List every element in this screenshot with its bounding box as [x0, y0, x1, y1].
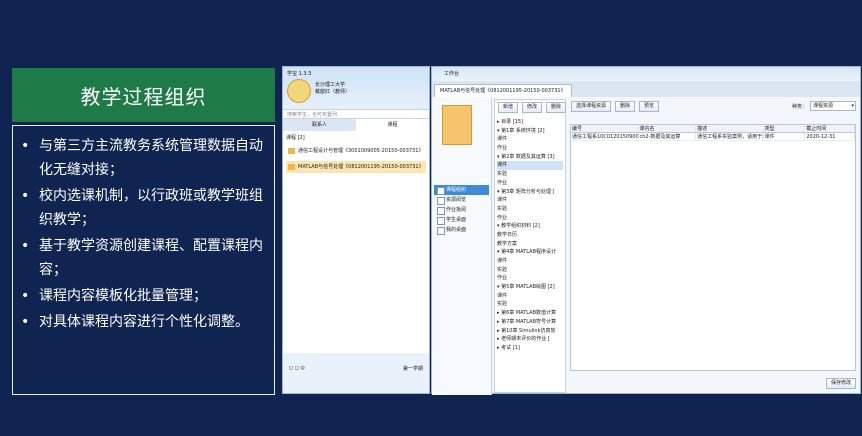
table-header: 编号 课内名 描述 类型 截止时间: [571, 125, 855, 133]
course-group[interactable]: 课程 [2]: [286, 134, 426, 141]
document-icon: [442, 105, 472, 145]
im-header: 学宝 1.3.3 长沙理工大学 戴歆红（教师）: [283, 67, 429, 109]
course-item[interactable]: MATLAB与信号处理《0812001195-20150-003731》: [286, 161, 426, 173]
tree-node[interactable]: 作业: [497, 214, 563, 223]
tab-contacts[interactable]: 联系人: [283, 119, 356, 131]
course-tree: 新增 修改 删除 ▸ 目录 [15] ▾ 第1章 系统环境 [2] 课件 作业 …: [494, 99, 567, 393]
tree-node[interactable]: 实验: [497, 300, 563, 309]
avatar[interactable]: [287, 79, 311, 103]
column-header[interactable]: 课内名: [639, 125, 697, 132]
settings-icon[interactable]: ◻ ◻ ◎: [289, 365, 305, 371]
tree-node[interactable]: ▾ 第2章 数据及其运算 [3]: [497, 153, 563, 162]
bullet-item: 与第三方主流教务系统管理数据自动化无缝对接；: [19, 134, 268, 182]
edit-button[interactable]: 修改: [522, 102, 543, 113]
tree-node[interactable]: ▾ 教学组织材料 [2]: [497, 222, 563, 231]
nav-my-desktop[interactable]: 我的桌面: [434, 225, 489, 235]
nav-homework-review[interactable]: 作业批阅: [434, 205, 489, 215]
tree-node[interactable]: 作业: [497, 144, 563, 153]
resource-table: 编号 课内名 描述 类型 截止时间 通信工程系10C01201509001051…: [570, 124, 856, 371]
bullet-list: 与第三方主流教务系统管理数据自动化无缝对接； 校内选课机制，以行政班或教学班组织…: [12, 125, 275, 395]
column-header[interactable]: 编号: [571, 125, 639, 132]
table-cell: 通信工程系实验案例，适用于通信工程: [697, 133, 764, 140]
tree-node[interactable]: 教学日历: [497, 231, 563, 240]
tree-node[interactable]: 实验: [497, 205, 563, 214]
table-cell: 通信工程系10C01201509001051: [572, 133, 639, 140]
nav-student-desktop[interactable]: 学生桌面: [434, 215, 489, 225]
table-cell: 课件: [764, 133, 806, 140]
table-cell: 2020-12-31: [805, 133, 855, 140]
im-tabs: 联系人 课程: [283, 119, 429, 131]
tree-node[interactable]: 作业: [497, 274, 563, 283]
tree-node[interactable]: ▸ 第7章 MATLAB符号计算: [497, 318, 563, 327]
tree-node[interactable]: ▸ 第10章 Simulink仿真软: [497, 327, 563, 336]
tree-node[interactable]: 教学方案: [497, 240, 563, 249]
tree-node[interactable]: 课件: [497, 196, 563, 205]
tree-node[interactable]: 课件: [497, 161, 563, 171]
tree-node[interactable]: ▾ 第3章 矩阵分析与处理 [: [497, 188, 563, 197]
tree-node[interactable]: 实验: [497, 266, 563, 275]
im-panel: 学宝 1.3.3 长沙理工大学 戴歆红（教师） 搜索学生，也可布置列 联系人 课…: [282, 66, 430, 394]
app-name: 学宝 1.3.3: [287, 71, 312, 77]
org-name: 长沙理工大学: [315, 82, 346, 88]
search-input[interactable]: 搜索学生，也可布置列: [283, 109, 429, 119]
column-header[interactable]: 截止时间: [805, 125, 855, 132]
select-resource-button[interactable]: 选择课程资源: [571, 100, 612, 112]
tree-node[interactable]: ▸ 第6章 MATLAB数值计算: [497, 309, 563, 318]
delete-button[interactable]: 删除: [546, 102, 567, 113]
tree-node[interactable]: ▸ 目录 [15]: [497, 118, 563, 127]
bullet-item: 对具体课程内容进行个性化调整。: [19, 310, 268, 334]
nav-resource-view[interactable]: 资源阅览: [434, 195, 489, 205]
workbench-window: 工作台 MATLAB与信号处理《0812001195-20150-003731》…: [431, 66, 861, 395]
column-header[interactable]: 描述: [696, 125, 764, 132]
im-footer: ◻ ◻ ◎ 第一学期: [283, 353, 429, 383]
column-header[interactable]: 类型: [764, 125, 806, 132]
nav-course-organize[interactable]: 课程组织: [434, 185, 489, 195]
tab-course[interactable]: MATLAB与信号处理《0812001195-20150-003731》: [434, 84, 572, 97]
resource-panel: 选择课程资源 删除 预览 种类： 课程资源 编号 课内名 描述 类型 截止时间 …: [568, 99, 860, 393]
add-button[interactable]: 新增: [498, 102, 519, 113]
left-nav: 课程组织 资源阅览 作业批阅 学生桌面 我的桌面: [432, 97, 492, 395]
preview-button[interactable]: 预览: [639, 100, 660, 112]
type-select[interactable]: 课程资源: [810, 101, 856, 111]
tree-node[interactable]: ▾ 第5章 MATLAB绘图 [2]: [497, 283, 563, 292]
term-label: 第一学期: [402, 365, 423, 372]
slide-title: 教学过程组织: [12, 68, 275, 122]
course-item[interactable]: 通信工程设计与管理《3001009005-20150-003731》: [286, 145, 426, 157]
table-cell: ch2-数据及其运算: [639, 133, 697, 140]
tab-courses[interactable]: 课程: [356, 119, 429, 131]
tab-bar: MATLAB与信号处理《0812001195-20150-003731》: [432, 81, 860, 97]
tree-node[interactable]: 作业: [497, 179, 563, 188]
save-button[interactable]: 保存修改: [825, 378, 856, 389]
bullet-item: 基于教学资源创建课程、配置课程内容；: [19, 234, 268, 282]
tree-node[interactable]: ▾ 第4章 MATLAB程序设计: [497, 248, 563, 257]
window-title: 工作台: [432, 67, 860, 81]
filter-label: 种类：: [791, 103, 807, 110]
course-list: 课程 [2] 通信工程设计与管理《3001009005-20150-003731…: [283, 131, 429, 353]
bullet-item: 课程内容模板化批量管理；: [19, 284, 268, 308]
user-name: 戴歆红（教师）: [315, 89, 351, 95]
tree-node[interactable]: ▸ 考试 [1]: [497, 344, 563, 353]
remove-button[interactable]: 删除: [615, 100, 636, 112]
tree-node[interactable]: ▾ 第1章 系统环境 [2]: [497, 127, 563, 136]
table-row[interactable]: 通信工程系10C01201509001051 ch2-数据及其运算 通信工程系实…: [571, 133, 855, 141]
tree-node[interactable]: 实验: [497, 170, 563, 179]
tree-node[interactable]: 课件: [497, 135, 563, 144]
tree-node[interactable]: 课件: [497, 257, 563, 266]
tree-node[interactable]: ▸ 老师期末评价的作业 [: [497, 335, 563, 344]
bullet-item: 校内选课机制，以行政班或教学班组织教学；: [19, 184, 268, 232]
tree-node[interactable]: 课件: [497, 292, 563, 301]
